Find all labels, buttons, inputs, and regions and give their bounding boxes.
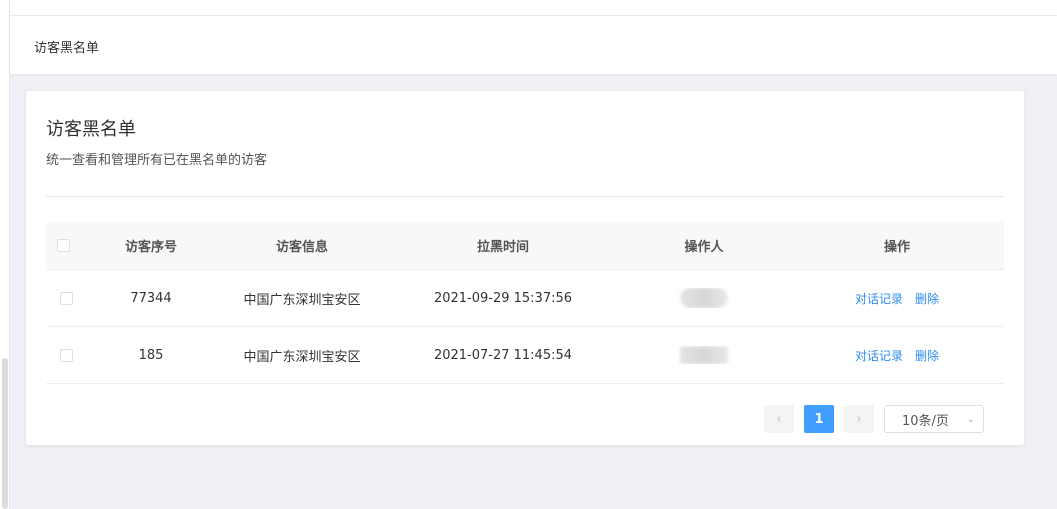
visitor-id: 185 bbox=[138, 347, 164, 363]
row-select-cell bbox=[46, 348, 86, 362]
page-subtitle: 统一查看和管理所有已在黑名单的访客 bbox=[46, 153, 268, 168]
blacklist-time: 2021-09-29 15:37:56 bbox=[433, 290, 573, 306]
chevron-left-icon: ‹ bbox=[776, 411, 782, 427]
page-title: 访客黑名单 bbox=[46, 119, 136, 140]
blacklist-table: 访客序号 访客信息 拉黑时间 操作人 操作 77344 中国广东深圳宝安区 20… bbox=[46, 222, 1004, 384]
page-size-value: 10条/页 bbox=[902, 413, 949, 429]
chevron-down-icon: ⌄ bbox=[966, 413, 975, 425]
breadcrumb: 访客黑名单 bbox=[10, 16, 1057, 74]
divider bbox=[46, 196, 1004, 197]
header-time: 拉黑时间 bbox=[476, 240, 529, 255]
chevron-right-icon: › bbox=[856, 411, 862, 427]
select-all-checkbox[interactable] bbox=[56, 239, 70, 252]
operator-redacted bbox=[680, 346, 728, 364]
operator-redacted bbox=[680, 288, 728, 308]
prev-page-button[interactable]: ‹ bbox=[764, 405, 794, 433]
view-conversation-link[interactable]: 对话记录 bbox=[855, 347, 903, 364]
table-header: 访客序号 访客信息 拉黑时间 操作人 操作 bbox=[46, 222, 1004, 270]
row-checkbox[interactable] bbox=[59, 348, 73, 362]
actions-cell: 对话记录 删除 bbox=[790, 290, 1004, 307]
visitor-info: 中国广东深圳宝安区 bbox=[243, 349, 361, 365]
current-page-button[interactable]: 1 bbox=[804, 405, 834, 433]
operator-cell bbox=[618, 288, 790, 308]
page-size-select[interactable]: 10条/页 ⌄ bbox=[884, 405, 984, 433]
header-operator: 操作人 bbox=[684, 240, 724, 255]
blacklist-time: 2021-07-27 11:45:54 bbox=[433, 347, 573, 363]
table-row: 185 中国广东深圳宝安区 2021-07-27 11:45:54 对话记录 删… bbox=[46, 327, 1004, 384]
left-rail bbox=[0, 0, 10, 509]
header-info: 访客信息 bbox=[275, 240, 328, 255]
row-select-cell bbox=[46, 291, 86, 305]
delete-link[interactable]: 删除 bbox=[915, 347, 939, 364]
row-checkbox[interactable] bbox=[59, 291, 73, 305]
visitor-info: 中国广东深圳宝安区 bbox=[243, 292, 361, 308]
operator-cell bbox=[618, 346, 790, 364]
header-id: 访客序号 bbox=[124, 240, 177, 255]
blacklist-card: 访客黑名单 统一查看和管理所有已在黑名单的访客 访客序号 访客信息 拉黑时间 操… bbox=[26, 91, 1024, 445]
view-conversation-link[interactable]: 对话记录 bbox=[855, 290, 903, 307]
breadcrumb-current: 访客黑名单 bbox=[34, 41, 100, 56]
select-all-cell bbox=[46, 239, 86, 252]
visitor-id: 77344 bbox=[130, 290, 172, 306]
actions-cell: 对话记录 删除 bbox=[790, 347, 1004, 364]
delete-link[interactable]: 删除 bbox=[915, 290, 939, 307]
header-actions: 操作 bbox=[883, 240, 910, 255]
table-row: 77344 中国广东深圳宝安区 2021-09-29 15:37:56 对话记录… bbox=[46, 270, 1004, 327]
rail-scrollbar[interactable] bbox=[2, 358, 8, 509]
pagination: ‹ 1 › 10条/页 ⌄ bbox=[764, 405, 984, 433]
top-header bbox=[10, 0, 1057, 16]
next-page-button[interactable]: › bbox=[844, 405, 874, 433]
